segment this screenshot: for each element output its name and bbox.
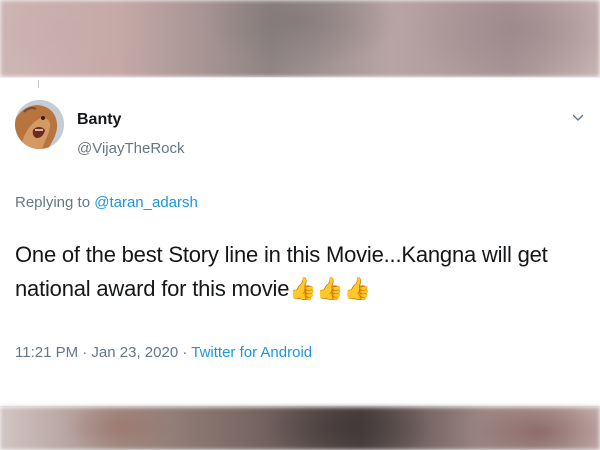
tweet-timestamp[interactable]: 11:21 PM · Jan 23, 2020 ·: [15, 344, 191, 361]
replying-prefix: Replying to: [15, 194, 95, 211]
lion-avatar-icon: [15, 100, 64, 149]
user-handle[interactable]: @VijayTheRock: [77, 140, 185, 158]
blurred-background-bottom: [0, 407, 600, 450]
tweet-text: One of the best Story line in this Movie…: [15, 242, 548, 301]
tweet-source-link[interactable]: Twitter for Android: [191, 344, 312, 361]
blurred-background-top: [0, 0, 600, 77]
avatar[interactable]: [15, 100, 64, 149]
tweet-card: Banty @VijayTheRock Replying to @taran_a…: [0, 77, 600, 407]
tweet-meta: 11:21 PM · Jan 23, 2020 · Twitter for An…: [15, 344, 312, 362]
reply-mention-link[interactable]: @taran_adarsh: [94, 194, 198, 211]
display-name[interactable]: Banty: [77, 111, 121, 129]
chevron-down-icon[interactable]: [572, 112, 584, 124]
thread-line: [38, 80, 39, 88]
replying-to: Replying to @taran_adarsh: [15, 194, 198, 212]
